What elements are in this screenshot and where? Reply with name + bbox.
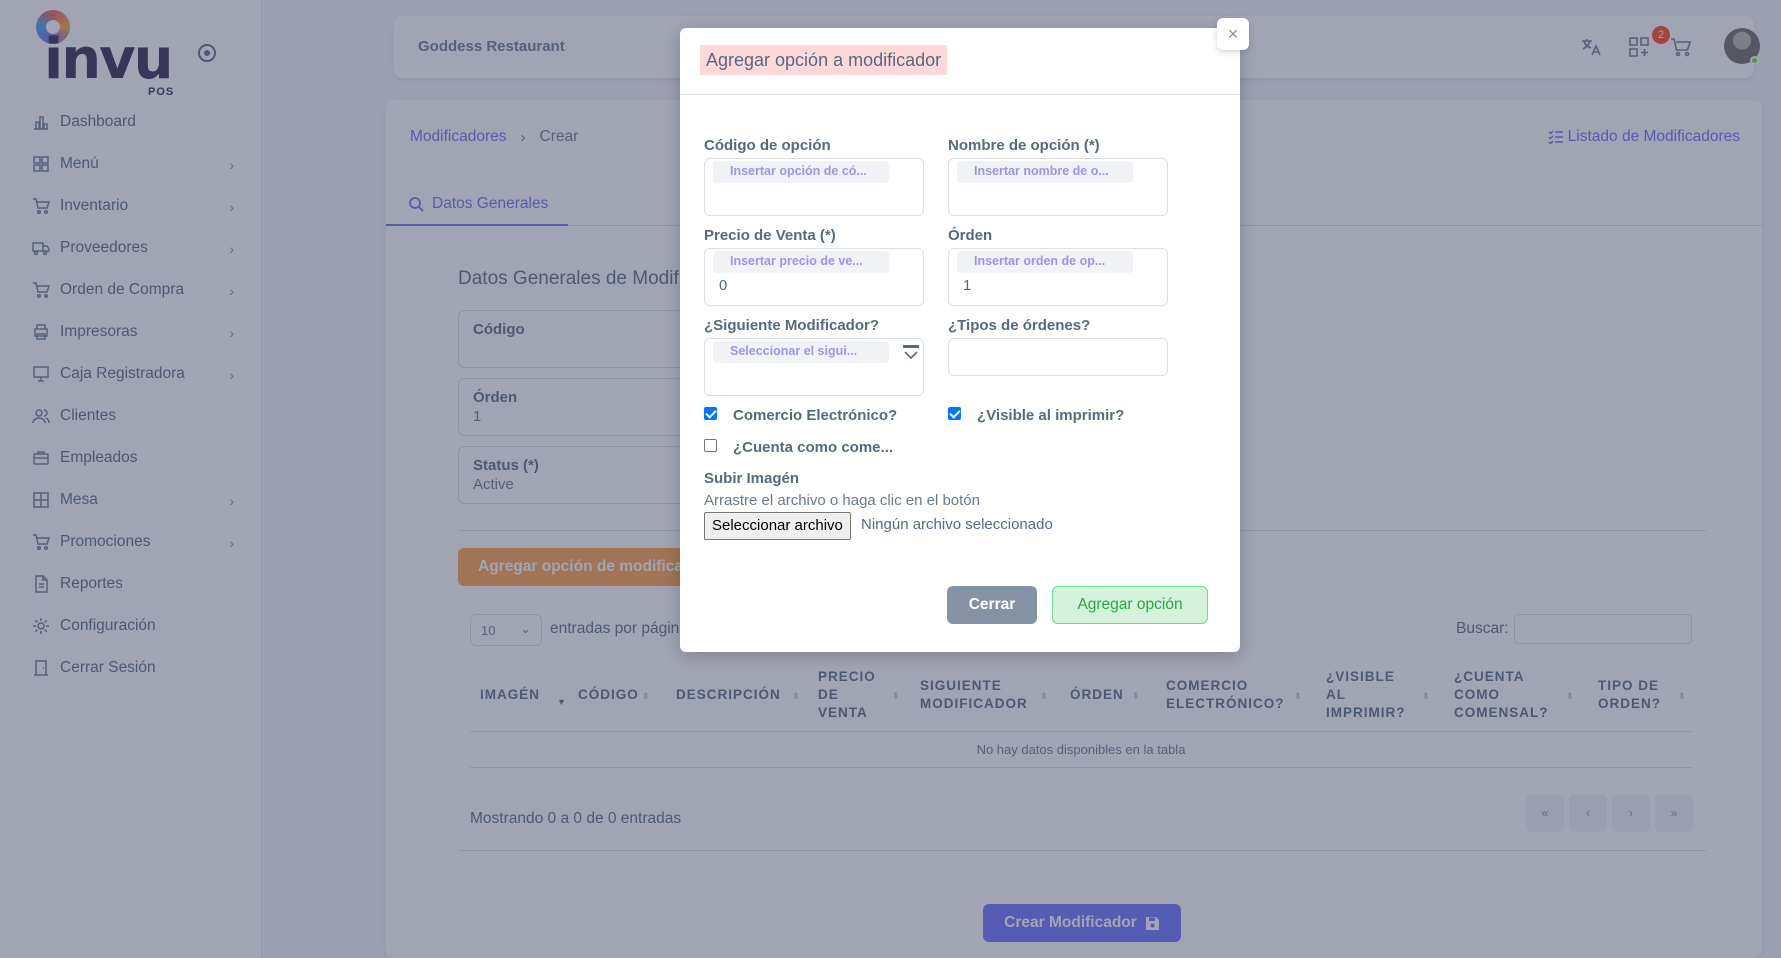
choose-file-button[interactable]: Seleccionar archivo <box>704 512 851 540</box>
order-input[interactable]: Insertar orden de op... 1 <box>948 248 1168 306</box>
upload-hint: Arrastre el archivo o haga clic en el bo… <box>704 492 980 509</box>
name-placeholder: Insertar nombre de o... <box>957 161 1133 183</box>
add-option-submit-button[interactable]: Agregar opción <box>1052 586 1208 624</box>
add-option-modal: Agregar opción a modificador × Código de… <box>680 18 1249 652</box>
order-value: 1 <box>963 277 972 294</box>
upload-label: Subir Imagén <box>704 470 800 487</box>
ecommerce-checkbox[interactable] <box>704 407 717 420</box>
code-label: Código de opción <box>704 137 831 154</box>
close-button[interactable]: Cerrar <box>947 586 1037 624</box>
modal-divider <box>680 94 1240 95</box>
next-modifier-select[interactable]: Seleccionar el sigui... <box>704 338 924 396</box>
option-name-input[interactable]: Insertar nombre de o... <box>948 158 1168 216</box>
price-input[interactable]: Insertar precio de ve... 0 <box>704 248 924 306</box>
next-modifier-placeholder: Seleccionar el sigui... <box>713 341 889 363</box>
counts-as-diner-checkbox[interactable] <box>704 439 717 452</box>
price-placeholder: Insertar precio de ve... <box>713 251 889 273</box>
price-label: Precio de Venta (*) <box>704 227 836 244</box>
code-placeholder: Insertar opción de có... <box>713 161 889 183</box>
order-label: Órden <box>948 227 993 244</box>
visible-print-checkbox[interactable] <box>948 407 961 420</box>
modal-title: Agregar opción a modificador <box>700 45 948 75</box>
order-placeholder: Insertar orden de op... <box>957 251 1133 273</box>
name-label: Nombre de opción (*) <box>948 137 1100 154</box>
order-types-label: ¿Tipos de órdenes? <box>948 317 1091 334</box>
close-icon[interactable]: × <box>1217 18 1249 50</box>
ecommerce-label: Comercio Electrónico? <box>733 407 898 424</box>
visible-print-label: ¿Visible al imprimir? <box>977 407 1125 424</box>
counts-as-diner-label: ¿Cuenta como come... <box>733 439 894 456</box>
option-code-input[interactable]: Insertar opción de có... <box>704 158 924 216</box>
chevron-down-icon <box>903 345 919 360</box>
price-value: 0 <box>719 277 728 294</box>
order-types-input[interactable] <box>948 338 1168 376</box>
file-status: Ningún archivo seleccionado <box>861 516 1053 533</box>
next-modifier-label: ¿Siguiente Modificador? <box>704 317 879 334</box>
